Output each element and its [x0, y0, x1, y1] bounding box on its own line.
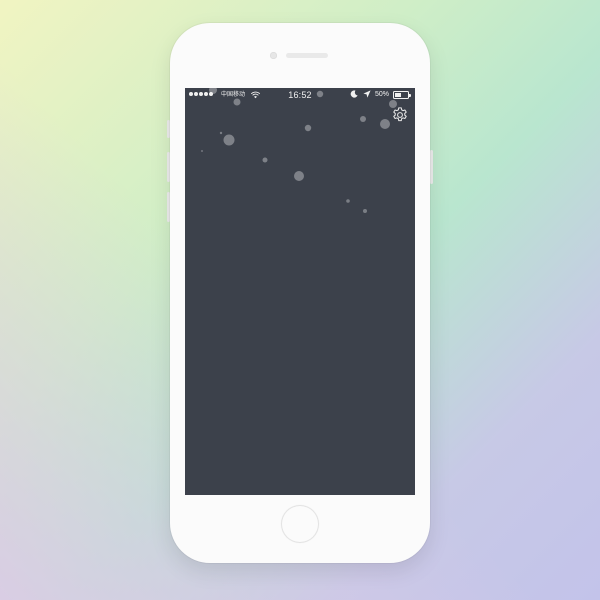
status-bar: 中国移动 16:52 50%: [185, 88, 415, 102]
home-button[interactable]: [281, 505, 319, 543]
moon-icon: [350, 90, 358, 98]
front-camera: [270, 52, 277, 59]
app-screen[interactable]: 中国移动 16:52 50%: [185, 88, 415, 495]
location-arrow-icon: [363, 90, 371, 98]
battery-icon: [393, 91, 411, 99]
particle: [304, 124, 312, 132]
power-button: [430, 150, 433, 184]
gear-icon: [393, 107, 407, 122]
battery-percent: 50%: [375, 91, 390, 98]
particle: [346, 199, 350, 203]
particle: [201, 150, 203, 152]
particle: [223, 134, 235, 146]
particle: [380, 119, 390, 129]
particle: [360, 116, 366, 122]
particle: [219, 131, 223, 135]
particle: [262, 157, 268, 163]
particle: [294, 171, 304, 181]
settings-button[interactable]: [391, 106, 409, 124]
earpiece-speaker: [286, 53, 328, 58]
particle: [363, 209, 367, 213]
particle-field: [201, 88, 397, 213]
